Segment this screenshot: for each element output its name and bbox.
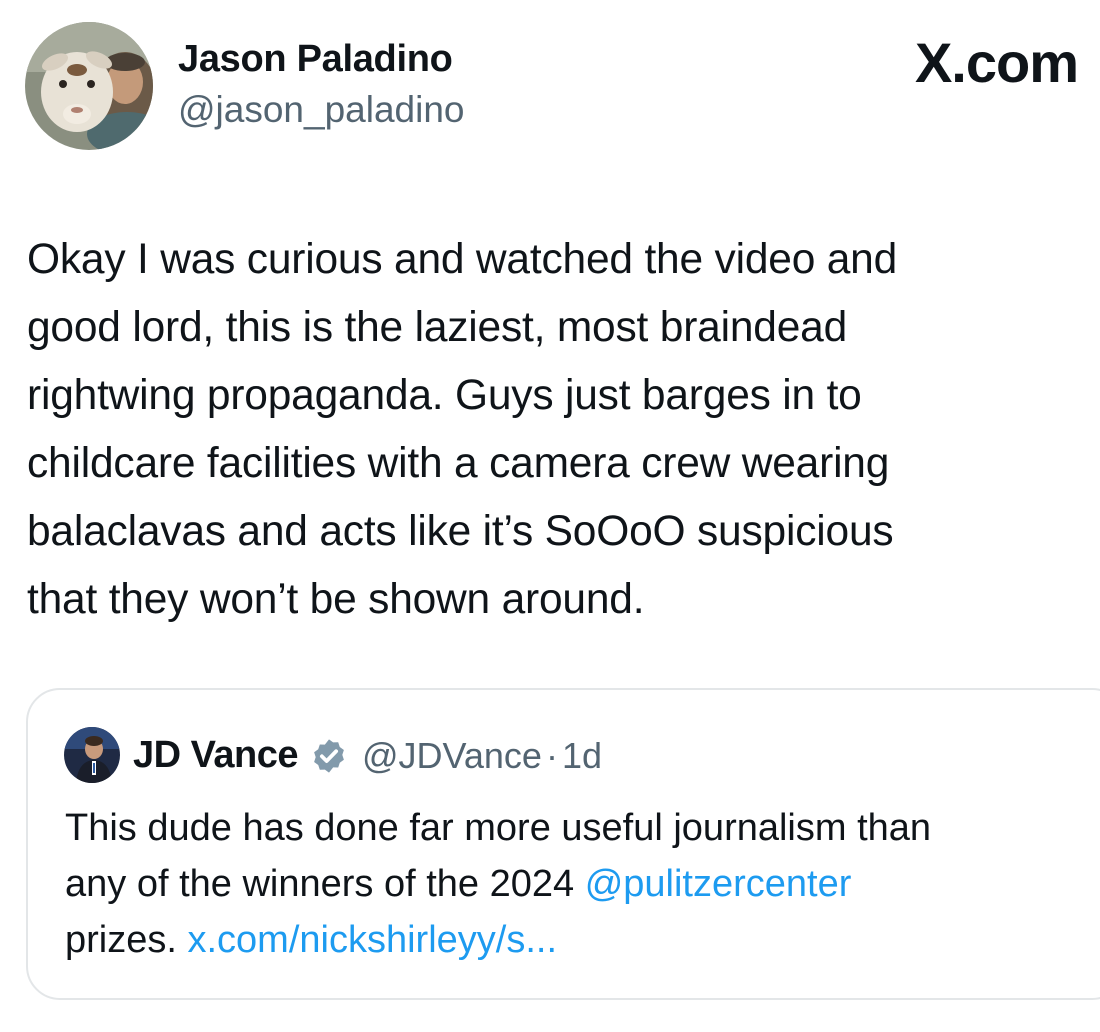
quote-text-segment: prizes. <box>65 919 188 961</box>
tweet-text-line: childcare facilities with a camera crew … <box>27 440 890 487</box>
quote-url-link[interactable]: x.com/nickshirleyy/s... <box>187 919 557 961</box>
quote-tweet-card[interactable]: JD Vance @JDVance · 1d This dude has don… <box>26 688 1100 1000</box>
tweet-text-line: that they won’t be shown around. <box>27 576 645 623</box>
quote-text: This dude has done far more useful journ… <box>65 800 1100 968</box>
tweet-text-line: Okay I was curious and watched the video… <box>27 236 898 283</box>
quote-text-line: any of the winners of the 2024 @pulitzer… <box>65 856 1100 912</box>
quote-separator: · <box>545 734 558 776</box>
quote-timestamp[interactable]: 1d <box>562 735 602 777</box>
tweet-text-line: good lord, this is the laziest, most bra… <box>27 304 848 351</box>
pulitzercenter-mention-link[interactable]: @pulitzercenter <box>585 863 852 905</box>
author-display-name[interactable]: Jason Paladino <box>178 38 453 81</box>
verified-badge-icon <box>310 737 348 775</box>
quote-author-handle[interactable]: @JDVance <box>362 735 542 777</box>
author-avatar[interactable] <box>25 22 153 150</box>
quote-header: JD Vance @JDVance · 1d <box>133 734 602 777</box>
tweet-text-line: rightwing propaganda. Guys just barges i… <box>27 372 862 419</box>
author-handle[interactable]: @jason_paladino <box>178 89 465 131</box>
quote-author-name[interactable]: JD Vance <box>133 734 299 777</box>
quote-author-avatar[interactable] <box>64 727 120 783</box>
quote-text-line: prizes. x.com/nickshirleyy/s... <box>65 912 1100 968</box>
brand-watermark: X.com <box>914 31 1079 94</box>
quote-text-line: This dude has done far more useful journ… <box>65 807 932 849</box>
quote-text-segment: any of the winners of the 2024 <box>65 863 585 905</box>
tweet-text: Okay I was curious and watched the video… <box>27 226 1087 634</box>
tweet-text-line: balaclavas and acts like it’s SoOoO susp… <box>27 508 894 555</box>
